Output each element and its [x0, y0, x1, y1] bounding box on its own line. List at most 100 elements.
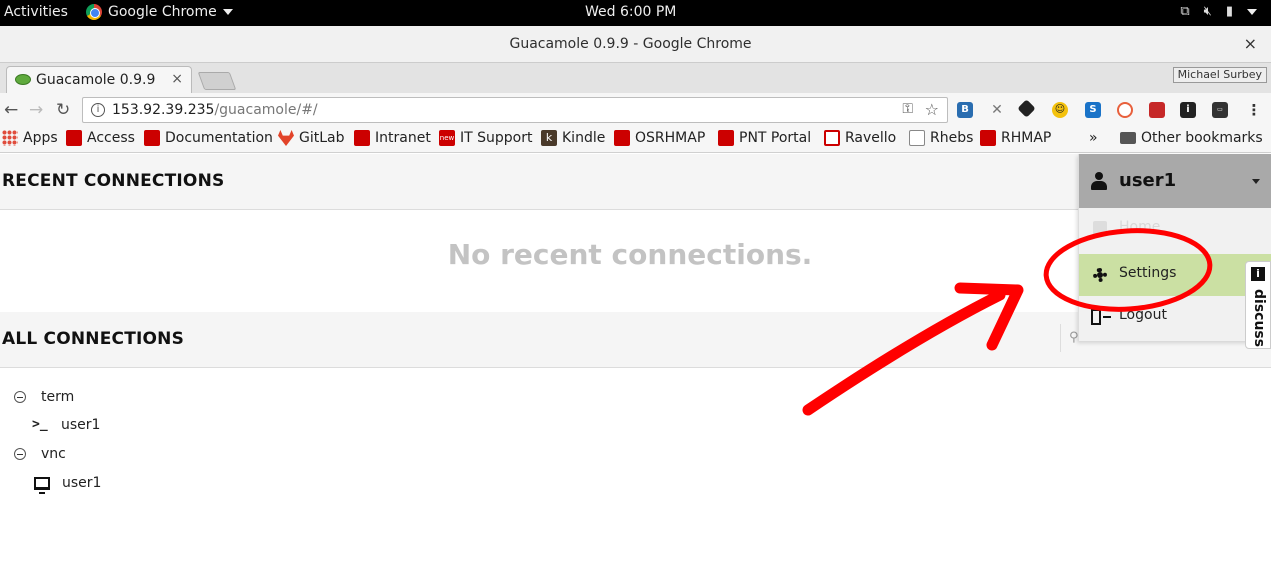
logout-icon: [1091, 309, 1111, 325]
new-icon: new: [439, 130, 455, 146]
bookmark-label: RHMAP: [1001, 130, 1052, 146]
bookmark-osrhmap[interactable]: OSRHMAP: [614, 130, 705, 146]
bookmark-rhmap[interactable]: RHMAP: [980, 130, 1051, 146]
collapse-icon[interactable]: [14, 391, 26, 403]
tab-label: Guacamole 0.9.9: [36, 72, 156, 88]
user-icon: [1091, 172, 1107, 190]
kindle-icon: k: [541, 130, 557, 146]
user-menu-toggle[interactable]: user1: [1079, 154, 1271, 208]
redhat-icon: [718, 130, 734, 146]
window-title: Guacamole 0.9.9 - Google Chrome: [509, 36, 752, 52]
activities-button[interactable]: Activities: [4, 4, 68, 20]
home-icon: [1093, 221, 1107, 235]
connection-filter-search-icon[interactable]: ⚲: [1060, 324, 1080, 352]
forward-icon[interactable]: →: [29, 100, 43, 120]
tab-close-icon[interactable]: ×: [171, 71, 183, 87]
bookmark-label: Other bookmarks: [1141, 130, 1263, 146]
extension-bi-icon[interactable]: B: [957, 102, 973, 118]
bookmark-rhebs[interactable]: Rhebs: [909, 130, 973, 146]
site-info-icon[interactable]: i: [91, 103, 105, 117]
bookmark-label: OSRHMAP: [635, 130, 706, 146]
info-icon: i: [1251, 267, 1265, 281]
battery-icon: ▮: [1225, 4, 1233, 19]
clock[interactable]: Wed 6:00 PM: [585, 4, 676, 20]
bookmark-intranet[interactable]: Intranet: [354, 130, 431, 146]
bookmark-label: IT Support: [460, 130, 533, 146]
browser-toolbar: ← → ↻ i 153.92.39.235/guacamole/#/ ⚿ ☆ B…: [0, 93, 1271, 127]
terminal-icon: >_: [32, 417, 48, 432]
key-icon[interactable]: ⚿: [902, 101, 913, 117]
back-icon[interactable]: ←: [4, 100, 18, 120]
bookmark-label: Kindle: [562, 130, 606, 146]
extension-smiley-icon[interactable]: ☺: [1052, 102, 1068, 118]
bookmark-apps[interactable]: Apps: [2, 130, 58, 146]
bookmark-label: Apps: [23, 130, 58, 146]
caret-down-icon: [1252, 179, 1260, 184]
bookmarks-overflow-button[interactable]: »: [1089, 130, 1098, 146]
menu-item-logout[interactable]: Logout: [1079, 296, 1271, 338]
folder-icon: [1120, 132, 1136, 144]
connection-group-term[interactable]: term: [14, 389, 74, 405]
system-top-bar: Activities Google Chrome Wed 6:00 PM ⧉ 🔇…: [0, 0, 1271, 26]
reload-icon[interactable]: ↻: [56, 100, 70, 120]
collapse-icon[interactable]: [14, 448, 26, 460]
extension-info-icon[interactable]: i: [1180, 102, 1196, 118]
discuss-label: discuss: [1251, 289, 1267, 348]
tab-strip: Guacamole 0.9.9 × Michael Surbey: [0, 63, 1271, 93]
recent-connections-title: RECENT CONNECTIONS: [2, 171, 225, 191]
group-label: vnc: [41, 446, 66, 462]
bookmark-access[interactable]: Access: [66, 130, 135, 146]
ravello-icon: [824, 130, 840, 146]
menu-item-label: Logout: [1119, 307, 1167, 323]
connection-label: user1: [62, 475, 102, 491]
bookmark-pnt-portal[interactable]: PNT Portal: [718, 130, 811, 146]
bookmark-ravello[interactable]: Ravello: [824, 130, 896, 146]
connection-group-vnc[interactable]: vnc: [14, 446, 66, 462]
extension-git-icon[interactable]: [1017, 99, 1036, 118]
extension-red-icon[interactable]: [1149, 102, 1165, 118]
system-tray[interactable]: ⧉ 🔇︎ ▮: [1180, 4, 1257, 19]
bookmark-it-support[interactable]: new IT Support: [439, 130, 532, 146]
network-icon: ⧉: [1180, 4, 1190, 19]
new-tab-button[interactable]: [197, 72, 237, 90]
chrome-icon: [86, 4, 102, 20]
address-path: /guacamole/#/: [214, 102, 318, 118]
bookmark-label: Ravello: [845, 130, 897, 146]
app-menu[interactable]: Google Chrome: [86, 4, 233, 20]
bookmark-kindle[interactable]: k Kindle: [541, 130, 605, 146]
bookmark-gitlab[interactable]: GitLab: [278, 130, 345, 146]
window-close-icon[interactable]: ×: [1244, 34, 1257, 53]
extension-s-icon[interactable]: S: [1085, 102, 1101, 118]
page-icon: [909, 130, 925, 146]
redhat-icon: [66, 130, 82, 146]
user-menu: user1 Home Settings Logout: [1078, 154, 1271, 341]
menu-item-label: Home: [1119, 219, 1161, 235]
extension-b-icon[interactable]: [1117, 102, 1133, 118]
address-text: 153.92.39.235/guacamole/#/: [112, 102, 318, 118]
bookmark-label: GitLab: [299, 130, 345, 146]
monitor-icon: [34, 476, 50, 494]
username: user1: [1119, 170, 1177, 191]
app-menu-label: Google Chrome: [108, 4, 217, 20]
bookmark-documentation[interactable]: Documentation: [144, 130, 273, 146]
gear-icon: [1093, 268, 1107, 282]
discuss-side-tab[interactable]: i discuss: [1245, 261, 1271, 349]
profile-button[interactable]: Michael Surbey: [1172, 67, 1267, 83]
connection-item-term-user1[interactable]: >_ user1: [32, 417, 100, 433]
extension-dark-icon[interactable]: ▭: [1212, 102, 1228, 118]
bookmark-label: Intranet: [375, 130, 431, 146]
chrome-menu-icon[interactable]: ⋮: [1246, 102, 1262, 118]
connection-item-vnc-user1[interactable]: user1: [32, 475, 102, 494]
menu-item-label: Settings: [1119, 265, 1177, 281]
window-titlebar: Guacamole 0.9.9 - Google Chrome ×: [0, 26, 1271, 63]
no-recent-connections-message: No recent connections.: [447, 238, 813, 271]
bookmark-star-icon[interactable]: ☆: [925, 100, 939, 119]
gitlab-icon: [278, 130, 294, 146]
address-bar[interactable]: i 153.92.39.235/guacamole/#/ ⚿ ☆: [82, 97, 948, 123]
menu-item-home[interactable]: Home: [1079, 208, 1271, 250]
tab-guacamole[interactable]: Guacamole 0.9.9 ×: [6, 66, 192, 93]
menu-item-settings[interactable]: Settings: [1079, 254, 1271, 296]
other-bookmarks-folder[interactable]: Other bookmarks: [1120, 130, 1263, 146]
bookmark-label: Access: [87, 130, 135, 146]
extension-pin-icon[interactable]: ✕: [989, 102, 1005, 118]
